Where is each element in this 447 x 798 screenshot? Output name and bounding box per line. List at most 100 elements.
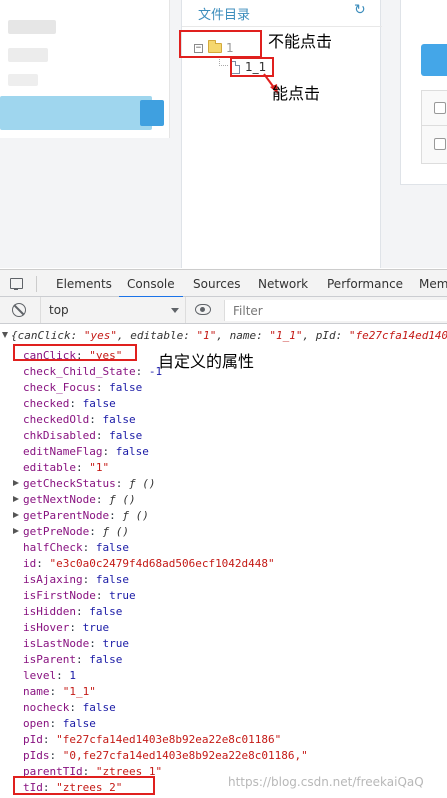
- property-key: check_Child_State: [23, 365, 136, 378]
- property-row[interactable]: getNextNode: ƒ (): [13, 492, 136, 508]
- property-value: "0,fe27cfa14ed1403e8b92ea22e8c01186,": [62, 749, 308, 762]
- property-row[interactable]: getPreNode: ƒ (): [13, 524, 129, 540]
- annotation-box-canclick: [13, 344, 137, 361]
- property-key: isAjaxing: [23, 573, 83, 586]
- property-value: "e3c0a0c2479f4d68ad506ecf1042d448": [49, 557, 275, 570]
- property-value: false: [95, 541, 129, 554]
- annotation-box-not-clickable: [179, 30, 262, 58]
- property-value: true: [109, 589, 136, 602]
- property-row: editNameFlag: false: [23, 445, 149, 458]
- property-row: name: "1_1": [23, 685, 96, 698]
- summary-value: "1_1": [269, 329, 303, 342]
- console-toolbar: top: [0, 297, 447, 324]
- chevron-down-icon: [171, 308, 179, 313]
- property-key: getNextNode: [23, 493, 96, 506]
- property-value: "fe27cfa14ed1403e8b92ea22e8c01186": [56, 733, 282, 746]
- property-row: editable: "1": [23, 461, 110, 474]
- property-key: pId: [23, 733, 43, 746]
- property-row: isHover: true: [23, 621, 110, 634]
- summary-key: name: [229, 329, 257, 342]
- row-checkbox[interactable]: [434, 102, 446, 114]
- property-key: getPreNode: [23, 525, 90, 538]
- property-row: check_Focus: false: [23, 381, 143, 394]
- tab-memory[interactable]: Mem: [419, 270, 447, 298]
- property-key: checked: [23, 397, 70, 410]
- property-row: pIds: "0,fe27cfa14ed1403e8b92ea22e8c0118…: [23, 749, 308, 762]
- property-value: false: [89, 605, 123, 618]
- property-value: "1_1": [62, 685, 96, 698]
- expand-arrow-icon[interactable]: [13, 512, 19, 518]
- primary-button[interactable]: [421, 44, 447, 76]
- context-selector[interactable]: top: [40, 297, 186, 323]
- property-value: ƒ (): [102, 525, 129, 538]
- tab-sources[interactable]: Sources: [193, 270, 240, 298]
- summary-key: pId: [315, 329, 336, 342]
- left-panel-blurred: [0, 0, 170, 138]
- property-key: level: [23, 669, 57, 682]
- row-checkbox[interactable]: [434, 138, 446, 150]
- tab-elements[interactable]: Elements: [56, 270, 112, 298]
- summary-value: "yes": [83, 329, 117, 342]
- property-value: false: [95, 573, 129, 586]
- annotation-custom-attr: 自定义的属性: [158, 352, 255, 371]
- property-row: checked: false: [23, 397, 116, 410]
- property-value: true: [82, 621, 110, 634]
- tab-performance[interactable]: Performance: [327, 270, 403, 298]
- property-key: getCheckStatus: [23, 477, 116, 490]
- property-value: false: [109, 381, 143, 394]
- summary-key: canClick: [17, 329, 71, 342]
- property-row: chkDisabled: false: [23, 429, 143, 442]
- property-key: open: [23, 717, 50, 730]
- property-value: false: [89, 653, 123, 666]
- object-summary[interactable]: {canClick: "yes", editable: "1", name: "…: [2, 328, 447, 344]
- expand-arrow-icon[interactable]: [13, 480, 19, 486]
- property-row[interactable]: getParentNode: ƒ (): [13, 508, 149, 524]
- tree-title: 文件目录: [198, 8, 251, 23]
- tree-header-divider: [182, 26, 382, 27]
- annotation-clickable: 能点击: [272, 84, 321, 103]
- property-key: getParentNode: [23, 509, 110, 522]
- summary-value: "fe27cfa14ed140: [348, 329, 447, 342]
- inspect-element-icon[interactable]: [10, 278, 23, 290]
- property-key: halfCheck: [23, 541, 83, 554]
- property-key: isHidden: [23, 605, 76, 618]
- property-key: check_Focus: [23, 381, 96, 394]
- property-value: "1": [89, 461, 110, 474]
- data-table: [421, 90, 447, 164]
- watermark: https://blog.csdn.net/freekaiQaQ: [228, 775, 424, 789]
- property-row: isFirstNode: true: [23, 589, 136, 602]
- context-selector-value: top: [49, 303, 69, 317]
- property-row[interactable]: getCheckStatus: ƒ (): [13, 476, 155, 492]
- property-row: halfCheck: false: [23, 541, 129, 554]
- summary-open-brace: {: [11, 329, 18, 342]
- clear-console-icon[interactable]: [12, 303, 26, 317]
- property-value: ƒ (): [122, 509, 149, 522]
- eye-icon[interactable]: [195, 304, 211, 315]
- expand-arrow-icon[interactable]: [13, 496, 19, 502]
- property-key: editable: [23, 461, 76, 474]
- property-row: pId: "fe27cfa14ed1403e8b92ea22e8c01186": [23, 733, 282, 746]
- property-key: isLastNode: [23, 637, 90, 650]
- property-value: false: [109, 429, 143, 442]
- property-key: name: [23, 685, 50, 698]
- property-value: ƒ (): [109, 493, 136, 506]
- property-key: nocheck: [23, 701, 70, 714]
- property-row: isParent: false: [23, 653, 123, 666]
- property-key: isHover: [23, 621, 70, 634]
- refresh-icon[interactable]: ↻: [354, 2, 366, 18]
- property-key: editNameFlag: [23, 445, 103, 458]
- annotation-not-clickable: 不能点击: [268, 32, 333, 51]
- tab-console[interactable]: Console: [119, 270, 183, 298]
- property-row: check_Child_State: -1: [23, 365, 163, 378]
- right-panel: [400, 0, 447, 185]
- property-key: checkedOld: [23, 413, 90, 426]
- property-key: isParent: [23, 653, 76, 666]
- expand-arrow-icon[interactable]: [13, 528, 19, 534]
- property-row: id: "e3c0a0c2479f4d68ad506ecf1042d448": [23, 557, 275, 570]
- expand-arrow-icon[interactable]: [2, 332, 8, 338]
- summary-key: editable: [130, 329, 184, 342]
- tab-network[interactable]: Network: [258, 270, 308, 298]
- summary-value: "1": [196, 329, 217, 342]
- property-value: 1: [69, 669, 76, 682]
- filter-input[interactable]: [224, 300, 447, 321]
